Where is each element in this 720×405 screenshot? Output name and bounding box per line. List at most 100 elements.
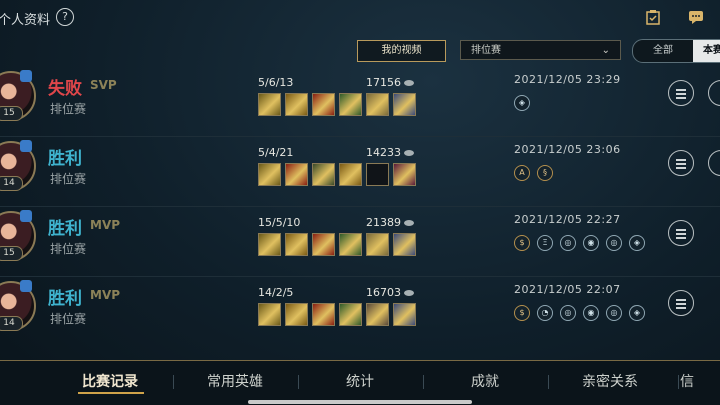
bottom-nav: 比赛记录 常用英雄 统计 成就 亲密关系信	[0, 360, 720, 405]
match-row[interactable]: 14 胜利 MVP 排位赛 14/2/5 16703 2021/12/05 22:07 $ ◔ ◎…	[0, 278, 720, 348]
achievement-icon: $	[514, 305, 530, 321]
achievement-icon: $	[514, 235, 530, 251]
mvp-tag: SVP	[90, 78, 117, 92]
nav-tab[interactable]: 常用英雄	[175, 371, 295, 391]
match-row[interactable]: 15 失败 SVP 排位赛 5/6/13 17156 2021/12/05 23:29 ◈	[0, 68, 720, 138]
page-title: 个人资料	[0, 13, 51, 28]
toggle-this-season[interactable]: 本赛	[693, 40, 720, 62]
item-slot[interactable]	[366, 93, 389, 116]
item-slot[interactable]	[312, 233, 335, 256]
achievement-icon: Ξ	[537, 235, 553, 251]
achievement-icon: §	[537, 165, 553, 181]
toggle-all[interactable]: 全部	[633, 40, 693, 62]
kda-score: 5/6/13	[258, 76, 294, 89]
item-slot[interactable]	[285, 93, 308, 116]
achievement-icon: ◎	[560, 305, 576, 321]
match-result: 胜利	[48, 149, 82, 169]
nav-tab[interactable]: 比赛记录	[50, 371, 170, 391]
rank-badge-icon	[20, 140, 32, 152]
tab-divider	[173, 375, 174, 389]
kda-score: 15/5/10	[258, 216, 301, 229]
item-slot[interactable]	[258, 163, 281, 186]
gold-coin-icon	[404, 80, 414, 86]
gold-earned: 21389	[366, 216, 414, 229]
item-slot[interactable]	[258, 233, 281, 256]
match-result: 胜利	[48, 289, 82, 309]
help-icon[interactable]: ?	[56, 8, 74, 26]
replay-button[interactable]	[708, 80, 720, 106]
item-slot[interactable]	[393, 93, 416, 116]
chat-icon[interactable]	[688, 10, 704, 25]
gold-coin-icon	[404, 290, 414, 296]
item-slot[interactable]	[339, 303, 362, 326]
item-slot[interactable]	[285, 233, 308, 256]
match-result: 失败	[48, 79, 82, 99]
match-row[interactable]: 14 胜利 排位赛 5/4/21 14233 2021/12/05 23:06 A §	[0, 138, 720, 208]
chevron-down-icon: ⌄	[601, 45, 610, 56]
top-bar: 个人资料 ?	[0, 0, 720, 36]
kda-score: 5/4/21	[258, 146, 294, 159]
level-badge: 15	[0, 106, 23, 121]
match-detail-button[interactable]	[668, 150, 694, 176]
item-slot[interactable]	[366, 163, 389, 186]
match-result: 胜利	[48, 219, 82, 239]
match-mode: 排位赛	[50, 312, 87, 326]
kda-score: 14/2/5	[258, 286, 294, 299]
match-date: 2021/12/05 22:07	[514, 283, 621, 296]
item-slot[interactable]	[258, 303, 281, 326]
item-slot[interactable]	[312, 163, 335, 186]
my-videos-button[interactable]: 我的视频	[357, 40, 446, 62]
achievement-icon: A	[514, 165, 530, 181]
nav-tab[interactable]: 统计	[300, 371, 420, 391]
item-slot[interactable]	[339, 233, 362, 256]
level-badge: 14	[0, 316, 23, 331]
tab-divider	[678, 375, 679, 389]
item-slot[interactable]	[393, 233, 416, 256]
replay-button[interactable]	[708, 150, 720, 176]
nav-tab[interactable]: 成就	[425, 371, 545, 391]
item-slot[interactable]	[393, 163, 416, 186]
match-date: 2021/12/05 22:27	[514, 213, 621, 226]
task-clipboard-icon[interactable]	[645, 10, 661, 25]
item-slot[interactable]	[258, 93, 281, 116]
season-toggle[interactable]: 全部 本赛	[632, 39, 720, 63]
achievement-icon: ◈	[629, 305, 645, 321]
item-slot[interactable]	[285, 163, 308, 186]
gold-coin-icon	[404, 220, 414, 226]
item-slot[interactable]	[366, 303, 389, 326]
rank-badge-icon	[20, 280, 32, 292]
row-divider	[0, 206, 720, 207]
tab-divider	[423, 375, 424, 389]
mvp-tag: MVP	[90, 288, 121, 302]
rank-badge-icon	[20, 210, 32, 222]
match-detail-button[interactable]	[668, 290, 694, 316]
match-mode: 排位赛	[50, 242, 87, 256]
active-tab-underline	[78, 392, 144, 394]
nav-tab[interactable]: 亲密关系	[550, 371, 670, 391]
item-slot[interactable]	[366, 233, 389, 256]
match-detail-button[interactable]	[668, 80, 694, 106]
row-divider	[0, 276, 720, 277]
achievement-icon: ◎	[606, 235, 622, 251]
achievement-icon: ◎	[606, 305, 622, 321]
nav-tab[interactable]: 信	[680, 371, 720, 391]
gold-earned: 16703	[366, 286, 414, 299]
item-slot[interactable]	[339, 163, 362, 186]
achievement-icon: ◈	[514, 95, 530, 111]
mode-dropdown[interactable]: 排位赛 ⌄	[460, 40, 621, 60]
item-slot[interactable]	[312, 93, 335, 116]
mvp-tag: MVP	[90, 218, 121, 232]
achievement-icon: ◉	[583, 305, 599, 321]
item-slot[interactable]	[312, 303, 335, 326]
achievement-icon: ◔	[537, 305, 553, 321]
match-detail-button[interactable]	[668, 220, 694, 246]
item-slot[interactable]	[393, 303, 416, 326]
match-mode: 排位赛	[50, 102, 87, 116]
item-slot[interactable]	[285, 303, 308, 326]
match-row[interactable]: 15 胜利 MVP 排位赛 15/5/10 21389 2021/12/05 22:27 $ Ξ…	[0, 208, 720, 278]
home-indicator	[248, 400, 472, 404]
tab-divider	[298, 375, 299, 389]
match-mode: 排位赛	[50, 172, 87, 186]
item-slot[interactable]	[339, 93, 362, 116]
row-divider	[0, 136, 720, 137]
